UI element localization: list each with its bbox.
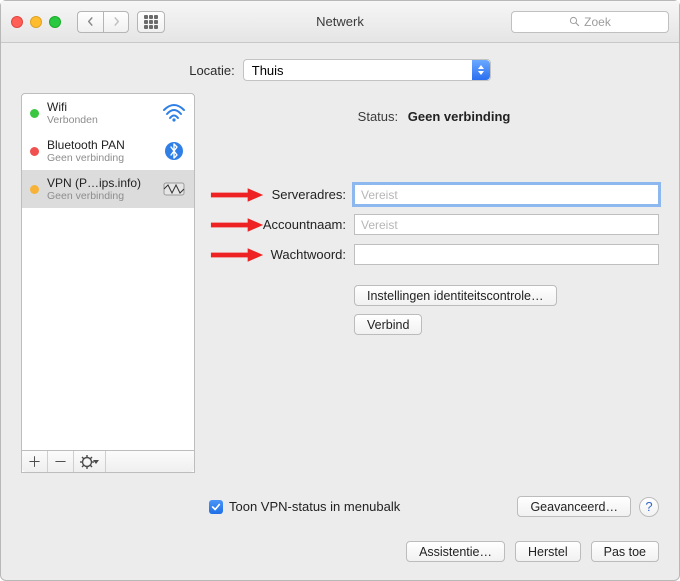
help-button[interactable]: ?	[639, 497, 659, 517]
wifi-icon	[162, 104, 186, 122]
arrow-icon	[209, 246, 267, 264]
arrow-icon	[209, 216, 267, 234]
minimize-icon[interactable]	[30, 16, 42, 28]
server-input[interactable]	[354, 184, 659, 205]
sidebar-item-name: Wifi	[47, 100, 154, 114]
add-service-button[interactable]: ＋	[22, 451, 48, 472]
bluetooth-icon	[162, 142, 186, 160]
password-input[interactable]	[354, 244, 659, 265]
sidebar-footer: ＋ －	[22, 450, 194, 472]
sidebar-item-wifi[interactable]: Wifi Verbonden	[22, 94, 194, 132]
sidebar-item-text: Bluetooth PAN Geen verbinding	[47, 138, 154, 164]
arrow-icon	[209, 186, 267, 204]
advanced-button[interactable]: Geavanceerd…	[517, 496, 631, 517]
sidebar-item-sub: Geen verbinding	[47, 152, 154, 164]
chevron-updown-icon	[472, 60, 490, 80]
show-vpn-status-checkbox[interactable]: Toon VPN-status in menubalk	[209, 499, 400, 514]
zoom-icon[interactable]	[49, 16, 61, 28]
show-all-button[interactable]	[137, 11, 165, 33]
sidebar-item-bluetooth[interactable]: Bluetooth PAN Geen verbinding	[22, 132, 194, 170]
status-dot-icon	[30, 185, 39, 194]
account-input[interactable]	[354, 214, 659, 235]
back-button[interactable]	[77, 11, 103, 33]
sidebar-item-vpn[interactable]: VPN (P…ips.info) Geen verbinding	[22, 170, 194, 208]
status-dot-icon	[30, 109, 39, 118]
vpn-icon	[162, 180, 186, 198]
sidebar-item-text: Wifi Verbonden	[47, 100, 154, 126]
detail-pane: Status: Geen verbinding Serveradres: Acc…	[209, 93, 659, 531]
traffic-lights	[11, 16, 61, 28]
location-select[interactable]: Thuis	[243, 59, 491, 81]
search-input[interactable]: Zoek	[511, 11, 669, 33]
location-row: Locatie: Thuis	[1, 43, 679, 93]
footer: Assistentie… Herstel Pas toe	[1, 541, 679, 580]
status-row: Status: Geen verbinding	[209, 109, 659, 124]
forward-button[interactable]	[103, 11, 129, 33]
sidebar-item-name: VPN (P…ips.info)	[47, 176, 154, 190]
body: Wifi Verbonden Bluetooth PAN Geen verbin…	[1, 93, 679, 531]
assist-button[interactable]: Assistentie…	[406, 541, 505, 562]
status-label: Status:	[358, 109, 398, 124]
row-account: Accountnaam:	[209, 214, 659, 235]
location-label: Locatie:	[189, 63, 235, 78]
remove-service-button[interactable]: －	[48, 451, 74, 472]
nav-buttons	[77, 11, 129, 33]
grid-icon	[144, 15, 158, 29]
connect-button[interactable]: Verbind	[354, 314, 422, 335]
auth-settings-button[interactable]: Instellingen identiteitscontrole…	[354, 285, 557, 306]
location-value: Thuis	[252, 63, 284, 78]
status-value: Geen verbinding	[408, 109, 511, 124]
service-list: Wifi Verbonden Bluetooth PAN Geen verbin…	[22, 94, 194, 450]
service-actions-button[interactable]	[74, 451, 106, 472]
apply-button[interactable]: Pas toe	[591, 541, 659, 562]
sidebar-wrap: Wifi Verbonden Bluetooth PAN Geen verbin…	[21, 93, 195, 531]
row-password: Wachtwoord:	[209, 244, 659, 265]
titlebar: Netwerk Zoek	[1, 1, 679, 43]
search-icon	[569, 16, 580, 27]
action-buttons: Instellingen identiteitscontrole… Verbin…	[354, 285, 659, 335]
checkbox-label: Toon VPN-status in menubalk	[229, 499, 400, 514]
close-icon[interactable]	[11, 16, 23, 28]
prefs-window: Netwerk Zoek Locatie: Thuis Wifi Verb	[0, 0, 680, 581]
sidebar-item-sub: Verbonden	[47, 114, 154, 126]
checkbox-icon	[209, 500, 223, 514]
sidebar-item-name: Bluetooth PAN	[47, 138, 154, 152]
search-placeholder: Zoek	[584, 15, 611, 29]
sidebar: Wifi Verbonden Bluetooth PAN Geen verbin…	[21, 93, 195, 473]
revert-button[interactable]: Herstel	[515, 541, 581, 562]
bottom-row: Toon VPN-status in menubalk Geavanceerd……	[209, 496, 659, 517]
sidebar-item-text: VPN (P…ips.info) Geen verbinding	[47, 176, 154, 202]
status-dot-icon	[30, 147, 39, 156]
sidebar-item-sub: Geen verbinding	[47, 190, 154, 202]
row-server: Serveradres:	[209, 184, 659, 205]
